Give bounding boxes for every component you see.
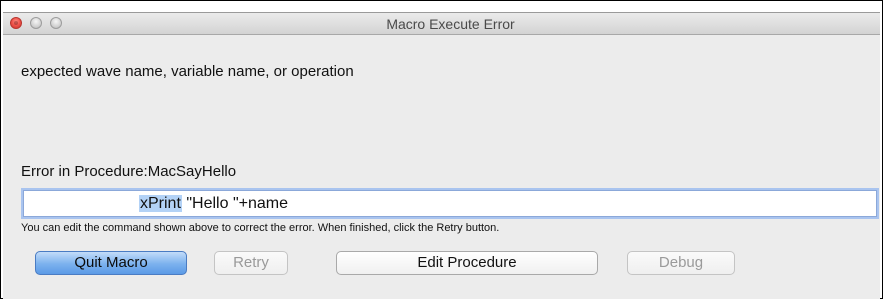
retry-button[interactable]: Retry (214, 251, 288, 275)
edit-procedure-button[interactable]: Edit Procedure (336, 251, 598, 275)
command-text: "Hello "+name (181, 195, 288, 212)
error-message: expected wave name, variable name, or op… (21, 63, 354, 80)
error-location-label: Error in Procedure:MacSayHello (21, 163, 237, 180)
titlebar[interactable]: Macro Execute Error (3, 13, 880, 35)
error-dialog: Macro Execute Error expected wave name, … (3, 12, 880, 299)
debug-button[interactable]: Debug (627, 251, 735, 275)
command-highlighted-token: xPrint (139, 195, 182, 212)
help-text: You can edit the command shown above to … (21, 222, 500, 234)
window-title: Macro Execute Error (386, 16, 515, 32)
quit-macro-button[interactable]: Quit Macro (35, 251, 187, 275)
screenshot-frame: Macro Execute Error expected wave name, … (0, 0, 883, 299)
command-input[interactable]: xPrint "Hello "+name (23, 190, 877, 217)
